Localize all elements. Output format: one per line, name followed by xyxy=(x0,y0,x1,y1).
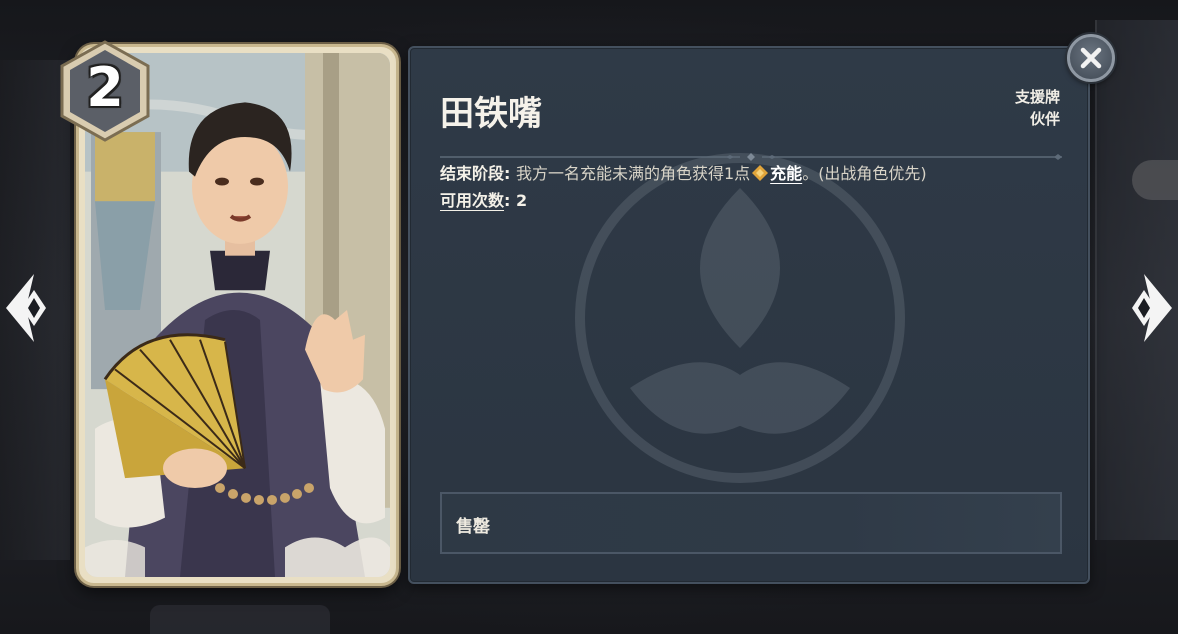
card-description: 结束阶段: 我方一名充能未满的角色获得1点 充能。(出战角色优先) 可用次数: 2 xyxy=(440,160,1070,214)
title-divider xyxy=(440,146,1062,161)
previous-card-button[interactable] xyxy=(0,270,58,346)
effect-text: 我方一名充能未满的角色获得1点 xyxy=(515,164,751,183)
card-subtype-tag: 伙伴 xyxy=(1029,110,1060,128)
cost-number: 2 xyxy=(86,56,124,119)
cost-badge: 2 xyxy=(58,40,152,142)
usage-label[interactable]: 可用次数 xyxy=(440,191,504,210)
close-icon xyxy=(1080,47,1102,69)
background-card-bottom xyxy=(150,605,330,634)
card-info-panel: 田铁嘴 支援牌 伙伴 结束阶段: 我方一名充能未满的角色获得1点 充能。(出战角色… xyxy=(408,46,1090,584)
card-type-tag: 支援牌 xyxy=(1014,88,1060,106)
effect-line: 结束阶段: 我方一名充能未满的角色获得1点 充能。(出战角色优先) xyxy=(440,164,927,183)
chevron-right-icon xyxy=(1132,274,1172,342)
flavor-box: 售罄 xyxy=(440,492,1062,554)
chevron-left-icon xyxy=(6,274,46,342)
next-card-button[interactable] xyxy=(1120,270,1178,346)
effect-tail: 。(出战角色优先) xyxy=(802,164,927,183)
flavor-text: 售罄 xyxy=(456,517,490,537)
phase-label: 结束阶段 xyxy=(440,164,505,183)
card-title: 田铁嘴 xyxy=(440,94,542,134)
usage-value: 2 xyxy=(515,191,528,210)
usage-line: 可用次数: 2 xyxy=(440,191,528,210)
energy-icon xyxy=(752,165,769,181)
energy-keyword[interactable]: 充能 xyxy=(770,164,802,183)
close-button[interactable] xyxy=(1067,34,1115,82)
card-tags: 支援牌 伙伴 xyxy=(1015,86,1060,130)
